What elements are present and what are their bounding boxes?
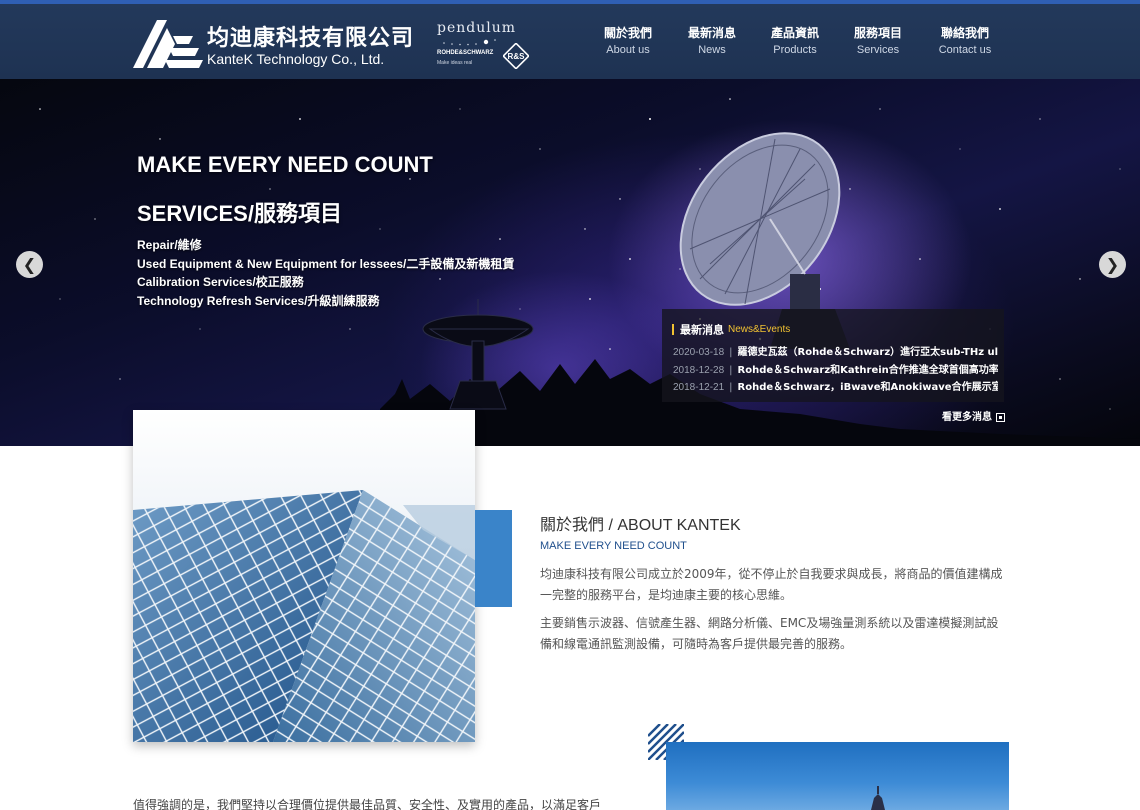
news-separator: | (729, 347, 733, 358)
nav-label-zh: 關於我們 (603, 26, 652, 40)
building-photo (133, 410, 475, 742)
more-news-link[interactable]: 看更多消息 (942, 408, 1005, 423)
more-news-label: 看更多消息 (942, 412, 992, 423)
news-separator: | (729, 382, 733, 393)
slider-prev-button[interactable]: ❮ (16, 251, 43, 278)
news-headline: 羅德史瓦茲（Rohde＆Schwarz）進行亞太sub-THz ultr... (737, 347, 998, 358)
nav-label-en: Products (773, 44, 817, 56)
tower-silhouette-image (871, 786, 885, 810)
about-paragraph-1: 均迪康科技有限公司成立於2009年，從不停止於自我要求與成長，將商品的價值建構成… (540, 567, 1003, 602)
glass-skyscraper-image (133, 410, 475, 742)
news-item[interactable]: 2018-12-21 | Rohde＆Schwarz，iBwave和Anokiwav… (673, 375, 998, 394)
site-header: 均迪康科技有限公司 KanteK Technology Co., Ltd. pe… (0, 0, 1140, 79)
about-heading: 關於我們 / ABOUT KANTEK (540, 511, 741, 535)
nav-label-en: Contact us (938, 44, 992, 56)
nav-item-services[interactable]: 服務項目 Services (850, 24, 906, 56)
chevron-left-icon: ❮ (22, 255, 37, 274)
nav-item-news[interactable]: 最新消息 News (684, 24, 740, 56)
nav-label-zh: 最新消息 (687, 26, 736, 40)
news-accent-bar (672, 324, 674, 335)
about-heading-zh: 關於我們 (540, 515, 605, 534)
news-panel: 最新消息 News&Events 2020-03-18 | 羅德史瓦茲（Rohde＆S… (662, 309, 1004, 402)
news-headline: Rohde＆Schwarz，iBwave和Anokiwave合作展示室內... (737, 382, 998, 393)
nav-label-en: Services (856, 44, 900, 56)
hero-service-line: Technology Refresh Services/升級訓練服務 (137, 294, 380, 308)
news-header: 最新消息 News&Events (672, 319, 790, 338)
about-heading-en: / ABOUT KANTEK (604, 517, 741, 534)
main-nav: 關於我們 About us 最新消息 News 產品資訊 Products 服務… (0, 24, 1140, 64)
nav-label-en: News (698, 44, 726, 56)
nav-item-about[interactable]: 關於我們 About us (600, 24, 656, 56)
hero-service-line: Repair/維修 (137, 238, 202, 252)
about-paragraph-2: 主要銷售示波器、信號產生器、網路分析儀、EMC及場強量測系統以及雷達模擬測試設備… (540, 616, 999, 651)
news-date: 2020-03-18 (673, 347, 725, 358)
slider-next-button[interactable]: ❯ (1099, 251, 1126, 278)
nav-label-zh: 聯絡我們 (940, 26, 989, 40)
nav-item-products[interactable]: 產品資訊 Products (767, 24, 823, 56)
city-photo (666, 742, 1009, 810)
hero-title-2: SERVICES/服務項目 (137, 201, 342, 226)
hero-title-1: MAKE EVERY NEED COUNT (137, 152, 433, 177)
nav-label-en: About us (606, 44, 650, 56)
accent-block (475, 510, 512, 607)
news-date: 2018-12-21 (673, 382, 725, 393)
news-title-zh: 最新消息 (680, 323, 724, 337)
news-item[interactable]: 2020-03-18 | 羅德史瓦茲（Rohde＆Schwarz）進行亞太sub-T… (673, 340, 998, 359)
hero-service-line: Used Equipment & New Equipment for lesse… (137, 257, 515, 271)
nav-label-zh: 服務項目 (853, 26, 902, 40)
hero-slider: MAKE EVERY NEED COUNT SERVICES/服務項目 Repa… (0, 79, 1140, 446)
about-subtitle: MAKE EVERY NEED COUNT (540, 540, 687, 552)
chevron-right-icon: ❯ (1105, 255, 1120, 274)
nav-item-contact[interactable]: 聯絡我們 Contact us (934, 24, 996, 56)
news-title-en: News&Events (728, 324, 791, 335)
nav-label-zh: 產品資訊 (770, 26, 819, 40)
expand-square-icon (996, 412, 1005, 422)
about-paragraph-3: 值得強調的是，我們堅持以合理價位提供最佳品質、安全性、及實用的產品，以滿足客戶 (133, 798, 602, 810)
hero-service-line: Calibration Services/校正服務 (137, 275, 304, 289)
